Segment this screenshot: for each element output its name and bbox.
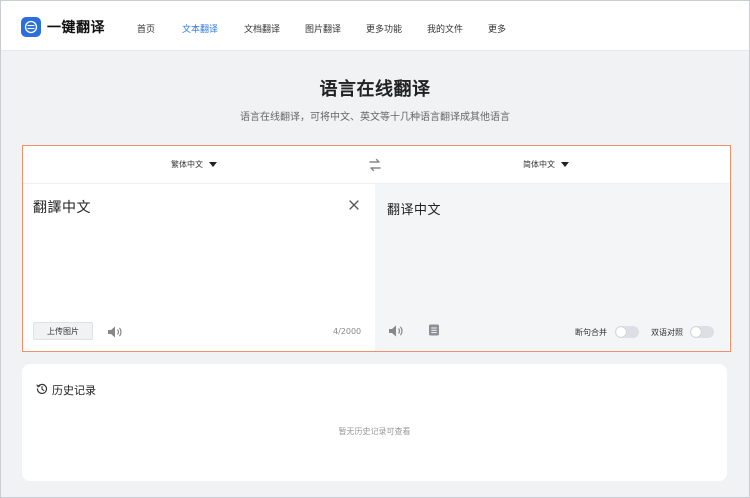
- source-language-label: 繁体中文: [171, 160, 203, 169]
- toggle-knob: [616, 327, 626, 337]
- translation-output: 翻译中文: [387, 203, 442, 218]
- upload-image-button[interactable]: 上传图片: [33, 322, 93, 340]
- nav-item-my-files[interactable]: 我的文件: [427, 22, 463, 35]
- target-language-label: 简体中文: [523, 160, 555, 169]
- merge-sentences-label: 断句合并: [575, 328, 607, 337]
- copy-icon[interactable]: [427, 322, 441, 336]
- source-pane[interactable]: 翻譯中文 上传图片 4/2000: [23, 184, 375, 351]
- page-subtitle: 语言在线翻译，可将中文、英文等十几种语言翻译成其他语言: [240, 112, 510, 123]
- speaker-icon[interactable]: [388, 323, 404, 337]
- merge-sentences-toggle[interactable]: [615, 326, 639, 338]
- source-language-select[interactable]: 繁体中文: [171, 159, 217, 170]
- source-text-input[interactable]: 翻譯中文: [33, 197, 91, 217]
- character-counter: 4/2000: [333, 327, 362, 336]
- language-bar: 繁体中文 简体中文: [23, 146, 729, 184]
- translator-panel: 繁体中文 简体中文 翻譯中文 上传图片 4/2000 翻译中文 断句合并 双语对…: [22, 145, 731, 352]
- logo[interactable]: 一键翻译: [21, 16, 105, 38]
- history-title: 历史记录: [52, 383, 96, 397]
- nav-item-image-translate[interactable]: 图片翻译: [305, 22, 341, 35]
- toggle-knob: [691, 327, 701, 337]
- nav-item-text-translate[interactable]: 文本翻译: [182, 22, 218, 35]
- nav-item-doc-translate[interactable]: 文档翻译: [244, 22, 280, 35]
- history-section: 历史记录 暂无历史记录可查看: [22, 364, 727, 481]
- nav-item-home[interactable]: 首页: [137, 22, 155, 35]
- bilingual-label: 双语对照: [651, 328, 683, 337]
- nav-item-more[interactable]: 更多: [488, 22, 506, 35]
- target-pane: 翻译中文 断句合并 双语对照: [375, 184, 729, 351]
- chevron-down-icon: [561, 162, 569, 167]
- swap-languages-icon[interactable]: [367, 157, 383, 173]
- logo-icon: [21, 17, 41, 37]
- history-header: 历史记录: [36, 380, 96, 399]
- close-icon[interactable]: [348, 196, 360, 210]
- top-navbar: 一键翻译 首页 文本翻译 文档翻译 图片翻译 更多功能 我的文件 更多: [1, 1, 749, 51]
- speaker-icon[interactable]: [107, 324, 123, 338]
- bilingual-toggle[interactable]: [690, 326, 714, 338]
- target-language-select[interactable]: 简体中文: [523, 159, 569, 170]
- nav-item-more-features[interactable]: 更多功能: [366, 22, 402, 35]
- chevron-down-icon: [209, 162, 217, 167]
- page-title: 语言在线翻译: [319, 79, 431, 100]
- logo-text: 一键翻译: [47, 20, 105, 36]
- history-empty-text: 暂无历史记录可查看: [338, 427, 411, 436]
- history-icon: [36, 380, 48, 399]
